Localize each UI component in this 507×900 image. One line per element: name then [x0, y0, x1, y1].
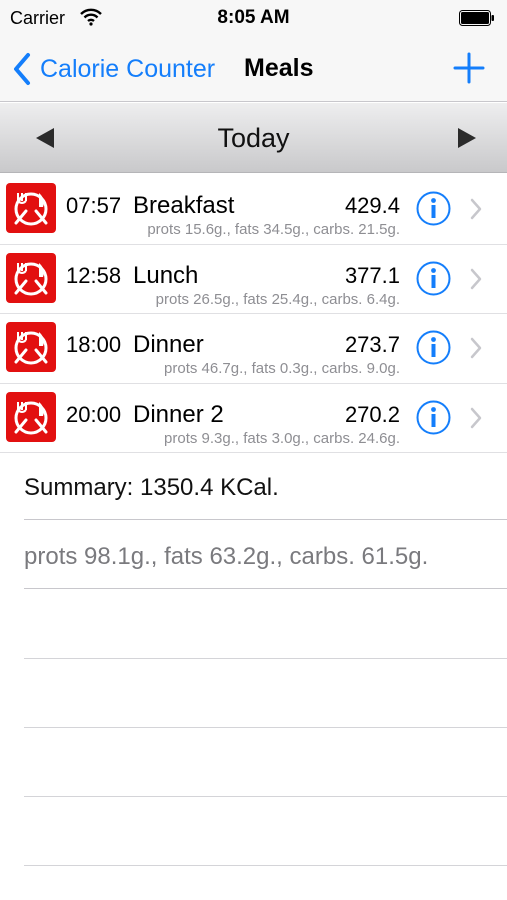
- info-icon[interactable]: [416, 261, 451, 296]
- meal-row[interactable]: 07:57 Breakfast 429.4 prots 15.6g., fats…: [0, 175, 507, 245]
- page-title: Meals: [244, 54, 314, 82]
- meal-macros: prots 46.7g., fats 0.3g., carbs. 9.0g.: [164, 360, 400, 377]
- meal-row[interactable]: 20:00 Dinner 2 270.2 prots 9.3g., fats 3…: [0, 384, 507, 453]
- status-time: 8:05 AM: [217, 7, 290, 28]
- meal-calories: 270.2: [344, 401, 400, 427]
- meal-row[interactable]: 12:58 Lunch 377.1 prots 26.5g., fats 25.…: [0, 245, 507, 314]
- empty-row: [24, 590, 507, 659]
- summary-macros: prots 98.1g., fats 63.2g., carbs. 61.5g.: [24, 543, 429, 570]
- chevron-right-icon: [470, 407, 482, 428]
- chevron-left-icon: [14, 53, 30, 85]
- meal-list: 07:57 Breakfast 429.4 prots 15.6g., fats…: [0, 175, 507, 453]
- meal-time: 12:58: [66, 262, 122, 288]
- empty-row: [24, 797, 507, 866]
- chevron-right-icon: [470, 268, 482, 289]
- plate-icon: [6, 322, 56, 372]
- meal-macros: prots 9.3g., fats 3.0g., carbs. 24.6g.: [164, 429, 400, 447]
- plus-icon[interactable]: [453, 52, 485, 84]
- chevron-right-icon: [470, 337, 482, 359]
- info-icon[interactable]: [416, 191, 451, 226]
- plate-icon: [6, 183, 56, 233]
- meal-calories: 377.1: [344, 262, 400, 288]
- meal-name: Breakfast: [133, 192, 235, 219]
- date-label: Today: [217, 123, 290, 153]
- meal-time: 20:00: [66, 401, 122, 427]
- next-day-arrow-icon[interactable]: [457, 127, 477, 149]
- plate-icon: [6, 391, 56, 442]
- plate-icon: [6, 252, 56, 303]
- empty-row: [24, 728, 507, 797]
- meal-name: Lunch: [133, 261, 199, 289]
- chevron-right-icon: [470, 198, 482, 220]
- info-icon[interactable]: [416, 400, 451, 435]
- meal-row[interactable]: 18:00 Dinner 273.7 prots 46.7g., fats 0.…: [0, 314, 507, 384]
- meal-name: Dinner: [133, 331, 204, 358]
- navigation-bar: Calorie Counter Meals: [0, 36, 507, 102]
- meal-time: 07:57: [66, 193, 122, 218]
- status-bar: Carrier 8:05 AM: [0, 0, 507, 36]
- meal-calories: 273.7: [344, 332, 400, 357]
- summary-macros-row: prots 98.1g., fats 63.2g., carbs. 61.5g.: [24, 521, 507, 589]
- date-selector: Today: [0, 103, 507, 173]
- info-icon[interactable]: [416, 330, 451, 365]
- meal-time: 18:00: [66, 332, 122, 357]
- summary-total: Summary: 1350.4 KCal.: [24, 474, 279, 501]
- empty-row: [24, 659, 507, 728]
- battery-icon: [459, 10, 494, 26]
- meal-calories: 429.4: [344, 193, 400, 218]
- meal-name: Dinner 2: [133, 400, 224, 428]
- back-button-label: Calorie Counter: [40, 54, 216, 83]
- back-button[interactable]: Calorie Counter: [12, 52, 215, 86]
- meal-macros: prots 26.5g., fats 25.4g., carbs. 6.4g.: [155, 290, 400, 308]
- meal-macros: prots 15.6g., fats 34.5g., carbs. 21.5g.: [147, 221, 400, 238]
- summary-row: Summary: 1350.4 KCal.: [24, 452, 507, 520]
